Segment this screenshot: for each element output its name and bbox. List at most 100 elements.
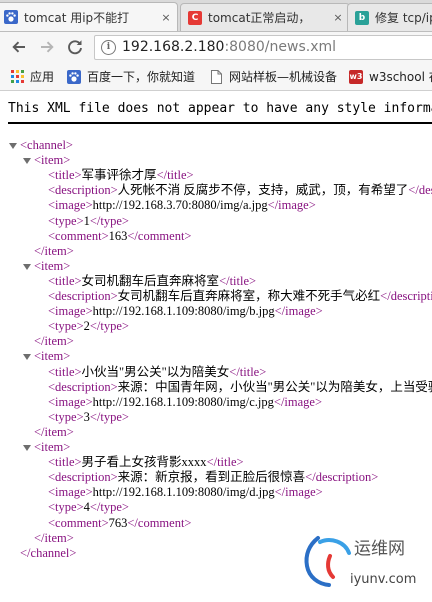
xml-close-tag: </type> — [89, 500, 129, 515]
close-icon[interactable]: × — [159, 11, 173, 24]
xml-channel-close: </channel> — [20, 546, 76, 561]
xml-type-element: <type>4</type> — [48, 500, 129, 515]
xml-description-value: 人死帐不消 反腐步不停，支持，威武，顶，有希望了 — [117, 183, 409, 198]
forward-arrow-icon[interactable] — [36, 36, 58, 58]
xml-open-tag: <title> — [48, 273, 82, 288]
xml-close-tag: </description> — [305, 470, 379, 485]
xml-image-element: <image>http://192.168.1.109:8080/img/b.j… — [48, 304, 323, 319]
xml-title-element: <title>女司机翻车后直奔麻将室</title> — [48, 274, 256, 289]
paw-icon — [67, 69, 81, 84]
xml-type-element: <type>3</type> — [48, 410, 129, 425]
xml-open-tag: <description> — [48, 289, 118, 303]
reload-icon[interactable] — [64, 36, 86, 58]
address-bar[interactable]: i 192.168.2.180:8080/news.xml — [94, 35, 432, 60]
tab-fix-tcpip[interactable]: b 修复 tcp/ip — [347, 3, 432, 31]
bookmark-label: 网站样板—机械设备 — [229, 70, 338, 84]
bookmark-site-template[interactable]: 网站样板—机械设备 — [209, 68, 337, 85]
xml-close-tag: </image> — [274, 304, 323, 319]
xml-close-tag: </type> — [89, 213, 129, 228]
close-icon[interactable]: × — [331, 11, 345, 24]
bookmark-w3school[interactable]: w3 w3school 在 — [349, 68, 432, 85]
xml-item-close: </item> — [34, 334, 74, 349]
xml-close-tag: </comment> — [127, 228, 192, 243]
collapse-triangle-icon[interactable] — [23, 354, 31, 361]
xml-open-tag: <item> — [34, 153, 71, 168]
tab-title: tomcat正常启动， — [208, 11, 311, 25]
xml-open-tag: <channel> — [20, 138, 73, 152]
xml-description-element: <description>来源：新京报，看到正脸后很惊喜</descriptio… — [48, 470, 378, 485]
xml-close-tag: </item> — [34, 424, 74, 439]
xml-item-open: <item> — [34, 259, 70, 274]
xml-close-tag: </channel> — [20, 545, 77, 560]
xml-title-element: <title>小伙当"男公关"以为陪美女</title> — [48, 365, 266, 380]
xml-open-tag: <image> — [48, 198, 93, 213]
collapse-triangle-icon[interactable] — [9, 143, 17, 149]
xml-close-tag: </title> — [229, 364, 267, 379]
xml-close-tag: </image> — [267, 198, 316, 213]
xml-open-tag: <type> — [48, 409, 84, 424]
xml-type-element: <type>2</type> — [48, 319, 129, 334]
xml-image-element: <image>http://192.168.1.109:8080/img/c.j… — [48, 395, 322, 410]
address-url[interactable]: 192.168.2.180:8080/news.xml — [122, 39, 336, 55]
xml-image-value: http://192.168.1.109:8080/img/d.jpg — [92, 485, 275, 500]
xml-image-element: <image>http://192.168.3.70:8080/img/a.jp… — [48, 198, 316, 213]
xml-close-tag: </item> — [34, 530, 74, 545]
xml-open-tag: <description> — [48, 379, 118, 394]
xml-comment-element: <comment>763</comment> — [48, 516, 191, 531]
bookmark-label: w3school 在 — [369, 70, 432, 84]
browser-toolbar: i 192.168.2.180:8080/news.xml — [0, 32, 432, 63]
xml-open-tag: <comment> — [48, 515, 109, 530]
bookmark-label: 百度一下，你就知道 — [87, 70, 196, 84]
w3-icon: w3 — [349, 69, 363, 84]
xml-image-element: <image>http://192.168.1.109:8080/img/d.j… — [48, 485, 323, 500]
tab-tomcat-startup[interactable]: C tomcat正常启动， × — [180, 3, 350, 31]
notice-divider — [8, 122, 432, 124]
xml-image-value: http://192.168.3.70:8080/img/a.jpg — [92, 198, 268, 213]
xml-open-tag: <image> — [48, 485, 93, 500]
xml-open-tag: <item> — [34, 349, 71, 364]
xml-description-value: 来源：中国青年网，小伙当"男公关"以为陪美女，上当受骗 — [117, 379, 432, 394]
xml-close-tag: </title> — [219, 273, 257, 288]
xml-title-element: <title>男子看上女孩背影xxxx</title> — [48, 455, 244, 470]
xml-type-element: <type>1</type> — [48, 214, 129, 229]
collapse-triangle-icon[interactable] — [23, 263, 31, 270]
xml-close-tag: </title> — [156, 168, 194, 183]
watermark-logo: 运维网 iyunv.com — [300, 530, 426, 596]
bookmark-apps[interactable]: 应用 — [10, 68, 54, 85]
xml-item-open: <item> — [34, 349, 70, 364]
xml-description-element: <description>人死帐不消 反腐步不停，支持，威武，顶，有希望了</d… — [48, 183, 432, 198]
xml-open-tag: <title> — [48, 168, 82, 183]
tab-tomcat-ip[interactable]: tomcat 用ip不能打 × — [0, 2, 178, 31]
xml-viewer: This XML file does not appear to have an… — [0, 91, 432, 602]
xml-open-tag: <description> — [48, 470, 118, 485]
xml-close-tag: </image> — [274, 485, 323, 500]
collapse-triangle-icon[interactable] — [23, 445, 31, 451]
xml-comment-value: 763 — [108, 515, 128, 530]
url-port: :8080 — [224, 39, 265, 55]
collapse-triangle-icon[interactable] — [23, 158, 31, 165]
xml-title-value: 男子看上女孩背影xxxx — [81, 455, 207, 470]
xml-open-tag: <type> — [48, 500, 84, 515]
xml-open-tag: <item> — [34, 258, 71, 273]
xml-comment-element: <comment>163</comment> — [48, 229, 191, 244]
xml-open-tag: <image> — [48, 304, 93, 319]
xml-close-tag: </type> — [89, 319, 129, 334]
xml-item-open: <item> — [34, 440, 70, 455]
xml-close-tag: </comment> — [127, 515, 192, 530]
paw-icon — [4, 10, 18, 24]
xml-open-tag: <title> — [48, 455, 82, 470]
xml-title-element: <title>军事评徐才厚</title> — [48, 168, 194, 183]
xml-image-value: http://192.168.1.109:8080/img/b.jpg — [92, 304, 275, 319]
xml-close-tag: </type> — [89, 409, 129, 424]
xml-open-tag: <item> — [34, 440, 71, 454]
xml-close-tag: </image> — [273, 394, 323, 409]
xml-description-element: <description>来源：中国青年网，小伙当"男公关"以为陪美女，上当受骗… — [48, 380, 432, 395]
xml-close-tag: </item> — [34, 334, 74, 349]
csdn-icon: C — [188, 10, 202, 25]
xml-item-close: </item> — [34, 531, 74, 546]
info-icon[interactable]: i — [101, 40, 116, 55]
back-arrow-icon[interactable] — [8, 36, 30, 58]
xml-open-tag: <image> — [48, 394, 93, 409]
bookmark-baidu[interactable]: 百度一下，你就知道 — [67, 68, 195, 85]
bookmark-label: 应用 — [30, 70, 55, 84]
